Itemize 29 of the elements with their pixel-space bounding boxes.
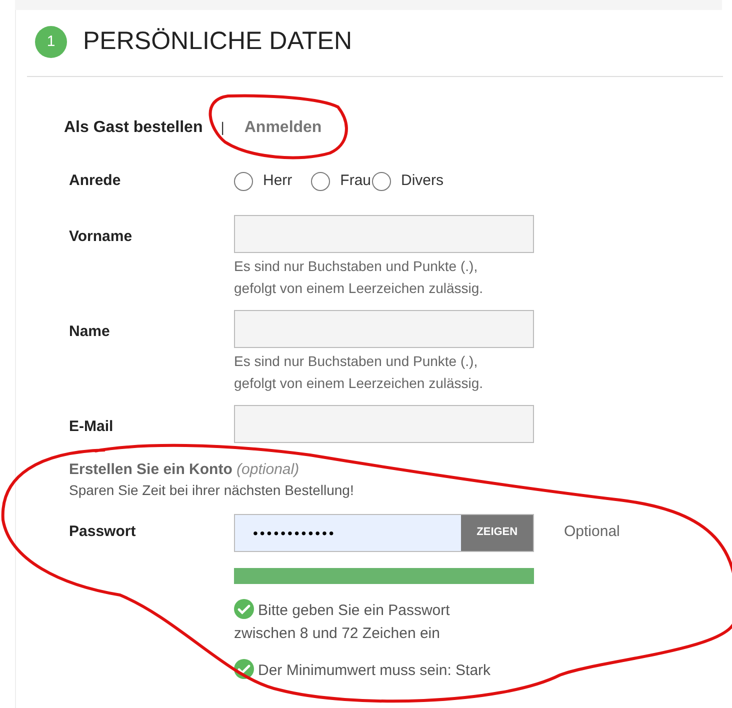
field-label: Passwort xyxy=(69,522,137,542)
separator: | xyxy=(220,118,224,137)
text-field[interactable] xyxy=(234,214,534,252)
radio-button[interactable] xyxy=(234,172,253,191)
password-field[interactable]: •••••••••••• ZEIGEN xyxy=(234,514,534,552)
radio-label: Frau xyxy=(340,171,372,192)
section-title: PERSÖNLICHE DATEN xyxy=(83,26,352,57)
field-label: Name xyxy=(69,322,111,342)
field-label: Anrede xyxy=(69,171,122,192)
field-label: E-Mail xyxy=(69,416,114,436)
account-title: Erstellen Sie ein Konto xyxy=(69,460,232,478)
field-hint: Es sind nur Buchstaben und Punkte (.), gefolgt von einem Leerzeichen zulässig. xyxy=(234,352,484,393)
show-password-button[interactable]: ZEIGEN xyxy=(461,514,533,550)
optional-note: Optional xyxy=(564,522,620,542)
text-field[interactable] xyxy=(234,310,534,348)
radio-button[interactable] xyxy=(372,172,392,191)
field-label: Vorname xyxy=(69,226,134,246)
account-subtitle: Sparen Sie Zeit bei ihrer nächsten Bestellung! xyxy=(69,480,355,500)
radio-label: Herr xyxy=(263,171,292,192)
optional-note: (optional) xyxy=(236,460,300,478)
radio-button[interactable] xyxy=(311,172,330,191)
password-rule: Bitte geben Sie ein Passwort zwischen 8 und 72 Zeichen ein xyxy=(234,598,494,644)
radio-label: Divers xyxy=(401,171,444,192)
field-hint: Es sind nur Buchstaben und Punkte (.), gefolgt von einem Leerzeichen zulässig. xyxy=(234,256,484,298)
text-field[interactable] xyxy=(234,404,534,442)
step-badge: 1 xyxy=(35,26,67,58)
login-tab[interactable]: Als Gast bestellen xyxy=(64,116,203,140)
login-tab[interactable]: Anmelden xyxy=(244,116,322,140)
password-rule: Der Minimumwert muss sein: Stark xyxy=(234,658,494,682)
